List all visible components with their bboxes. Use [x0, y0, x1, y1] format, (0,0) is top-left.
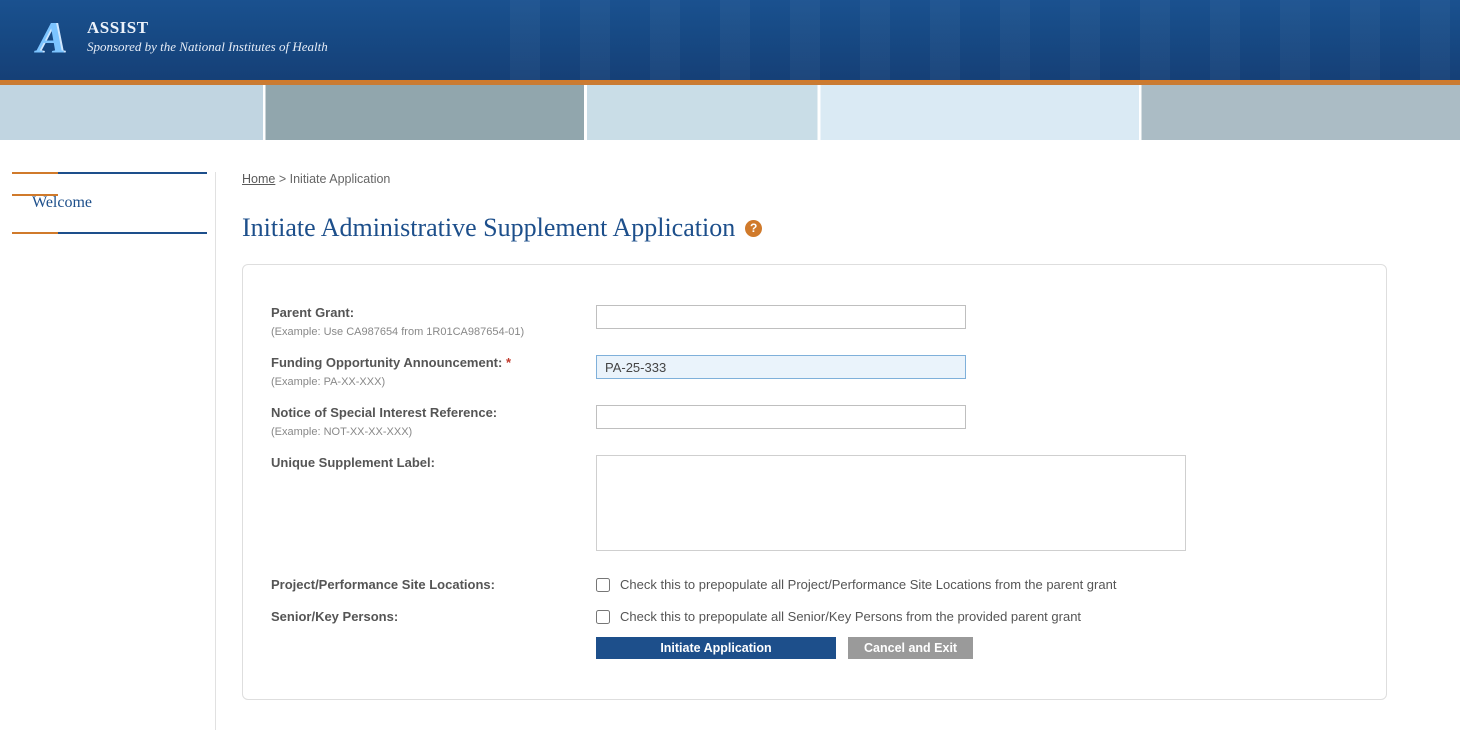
parent-grant-hint: (Example: Use CA987654 from 1R01CA987654… [271, 325, 578, 339]
site-locations-checkbox[interactable] [596, 578, 610, 592]
nosi-label: Notice of Special Interest Reference: [271, 405, 578, 421]
foa-hint: (Example: PA-XX-XXX) [271, 375, 578, 389]
site-locations-label: Project/Performance Site Locations: [271, 577, 578, 593]
nosi-hint: (Example: NOT-XX-XX-XXX) [271, 425, 578, 439]
supp-label-textarea[interactable] [596, 455, 1186, 551]
senior-key-persons-checkbox-text: Check this to prepopulate all Senior/Key… [620, 609, 1081, 625]
brand-subtitle: Sponsored by the National Institutes of … [87, 37, 328, 57]
sidebar-item-welcome[interactable]: Welcome [12, 172, 207, 234]
page-title: Initiate Administrative Supplement Appli… [242, 214, 735, 242]
brand-title: ASSIST [87, 19, 328, 37]
header-pattern [470, 0, 1460, 82]
foa-label: Funding Opportunity Announcement: [271, 355, 502, 370]
sidebar: Welcome [0, 172, 215, 234]
parent-grant-input[interactable] [596, 305, 966, 329]
breadcrumb-current: Initiate Application [290, 172, 391, 186]
senior-key-persons-label: Senior/Key Persons: [271, 609, 578, 625]
sidebar-item-label: Welcome [32, 194, 92, 211]
form-panel: Parent Grant: (Example: Use CA987654 fro… [242, 264, 1387, 700]
parent-grant-label: Parent Grant: [271, 305, 578, 321]
breadcrumb: Home > Initiate Application [242, 172, 1440, 186]
senior-key-persons-checkbox[interactable] [596, 610, 610, 624]
cancel-and-exit-button[interactable]: Cancel and Exit [848, 637, 973, 659]
brand-logo-icon: A [25, 10, 75, 66]
foa-input[interactable] [596, 355, 966, 379]
supp-label-label: Unique Supplement Label: [271, 455, 578, 471]
main: Home > Initiate Application Initiate Adm… [215, 172, 1460, 730]
initiate-application-button[interactable]: Initiate Application [596, 637, 836, 659]
brand: A ASSIST Sponsored by the National Insti… [25, 10, 328, 66]
header: A ASSIST Sponsored by the National Insti… [0, 0, 1460, 82]
breadcrumb-home-link[interactable]: Home [242, 172, 275, 186]
help-icon[interactable]: ? [745, 220, 762, 237]
foa-required-mark: * [506, 355, 511, 370]
site-locations-checkbox-text: Check this to prepopulate all Project/Pe… [620, 577, 1116, 593]
nosi-input[interactable] [596, 405, 966, 429]
hero-image-band [0, 82, 1460, 140]
